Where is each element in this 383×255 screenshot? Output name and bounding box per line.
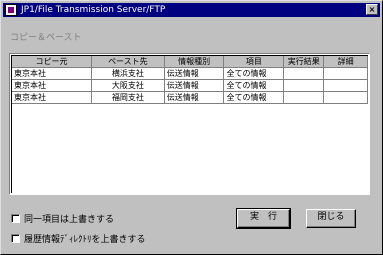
column-header-source[interactable]: コピー元 <box>12 56 93 68</box>
grid-header-row: コピー元 ペースト先 情報種別 項目 実行結果 詳細 <box>12 56 368 68</box>
column-header-details[interactable]: 詳細 <box>323 56 368 68</box>
column-header-result[interactable]: 実行結果 <box>283 56 325 68</box>
table-row[interactable]: 東京本社 横浜支社 伝送情報 全ての情報 <box>12 67 368 80</box>
overwrite-same-item-checkbox[interactable] <box>11 214 20 223</box>
grid-table: コピー元 ペースト先 情報種別 項目 実行結果 詳細 東京本社 横浜支社 伝送情… <box>12 56 368 104</box>
cell-result <box>283 91 325 104</box>
overwrite-history-dir-option[interactable]: 履歴情報ﾃﾞｨﾚｸﾄﾘを上書きする <box>11 232 146 245</box>
overwrite-same-item-label: 同一項目は上書きする <box>24 215 115 225</box>
window-title: JP1/File Transmission Server/FTP <box>21 5 166 15</box>
overwrite-history-dir-checkbox[interactable] <box>11 234 20 243</box>
section-label: コピー＆ペースト <box>10 33 82 43</box>
cell-result <box>283 79 325 92</box>
cell-info-type: 伝送情報 <box>164 79 225 92</box>
cell-destination: 福岡支社 <box>91 91 165 104</box>
cell-item: 全ての情報 <box>223 67 285 80</box>
cell-result <box>283 67 325 80</box>
close-icon[interactable]: × <box>366 4 378 15</box>
close-button[interactable]: 閉じる <box>306 209 356 228</box>
cell-source: 東京本社 <box>12 67 93 80</box>
cell-info-type: 伝送情報 <box>164 91 225 104</box>
app-icon <box>5 4 17 16</box>
overwrite-same-item-option[interactable]: 同一項目は上書きする <box>11 212 114 225</box>
overwrite-history-dir-label: 履歴情報ﾃﾞｨﾚｸﾄﾘを上書きする <box>24 235 146 245</box>
cell-destination: 横浜支社 <box>91 67 165 80</box>
column-header-destination[interactable]: ペースト先 <box>91 56 165 68</box>
cell-item: 全ての情報 <box>223 91 285 104</box>
title-bar[interactable]: JP1/File Transmission Server/FTP × <box>3 3 380 17</box>
copy-paste-grid[interactable]: コピー元 ペースト先 情報種別 項目 実行結果 詳細 東京本社 横浜支社 伝送情… <box>9 53 370 195</box>
cell-details <box>323 67 368 80</box>
table-row[interactable]: 東京本社 大阪支社 伝送情報 全ての情報 <box>12 79 368 92</box>
cell-source: 東京本社 <box>12 79 93 92</box>
cell-details <box>323 91 368 104</box>
column-header-item[interactable]: 項目 <box>223 56 285 68</box>
cell-info-type: 伝送情報 <box>164 67 225 80</box>
column-header-info-type[interactable]: 情報種別 <box>164 56 225 68</box>
cell-item: 全ての情報 <box>223 79 285 92</box>
cell-destination: 大阪支社 <box>91 79 165 92</box>
execute-button[interactable]: 実 行 <box>236 208 291 229</box>
cell-source: 東京本社 <box>12 91 93 104</box>
dialog-window: JP1/File Transmission Server/FTP × コピー＆ペ… <box>0 0 383 255</box>
table-row[interactable]: 東京本社 福岡支社 伝送情報 全ての情報 <box>12 91 368 104</box>
cell-details <box>323 79 368 92</box>
